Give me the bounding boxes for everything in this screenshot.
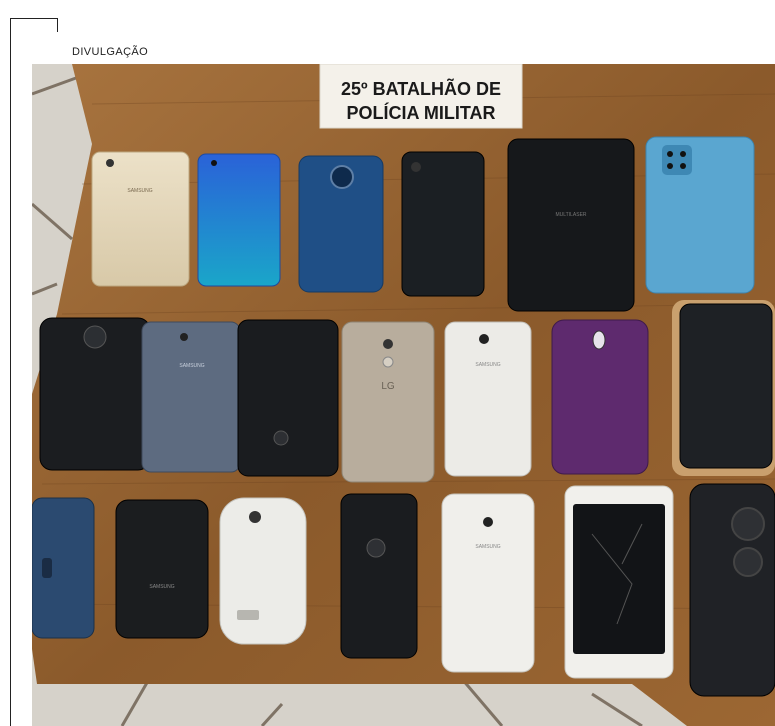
top-rule — [10, 18, 58, 19]
brand-label: SAMSUNG — [149, 584, 174, 590]
brand-label: SAMSUNG — [475, 544, 500, 550]
phone-black-glossy — [401, 151, 485, 297]
phone-white-samsung-2: SAMSUNG — [441, 493, 535, 673]
phone-black-feature — [340, 493, 418, 659]
brand-label: LG — [381, 381, 395, 392]
sign-line-1: 25º BATALHÃO DE — [341, 78, 501, 99]
brand-label: SAMSUNG — [179, 363, 204, 369]
battalion-sign: 25º BATALHÃO DE POLÍCIA MILITAR — [319, 64, 523, 129]
phone-black-lg — [237, 319, 339, 477]
brand-label: MULTILASER — [555, 212, 586, 218]
photo-credit: DIVULGAÇÃO — [72, 46, 149, 58]
brand-label: SAMSUNG — [127, 188, 152, 194]
phone-black-moto — [39, 317, 151, 471]
phone-black-samsung-small: SAMSUNG — [115, 499, 209, 639]
phone-black-case — [689, 483, 775, 697]
phone-silver-lg: LG — [341, 321, 435, 483]
phone-grey-samsung: SAMSUNG — [141, 321, 241, 473]
phone-black-tan-edge — [672, 300, 775, 476]
tablet-black-multilaser: MULTILASER — [507, 138, 635, 312]
phone-white-samsung: SAMSUNG — [444, 321, 532, 477]
phone-light-blue-case — [645, 136, 755, 294]
phone-purple-moto — [551, 319, 649, 475]
phone-blue-gradient — [197, 153, 281, 287]
phone-navy-partial — [32, 497, 95, 639]
photo: 25º BATALHÃO DE POLÍCIA MILITAR SAMSUNG … — [32, 64, 775, 726]
phone-navy-moto — [298, 155, 384, 293]
phone-white-rounded — [219, 497, 307, 645]
rule-tick — [57, 18, 58, 32]
phone-gold-samsung: SAMSUNG — [91, 151, 190, 287]
sign-line-2: POLÍCIA MILITAR — [347, 102, 496, 123]
brand-label: SAMSUNG — [475, 362, 500, 368]
left-rule — [10, 18, 11, 726]
phone-white-cracked-screen — [564, 485, 674, 679]
